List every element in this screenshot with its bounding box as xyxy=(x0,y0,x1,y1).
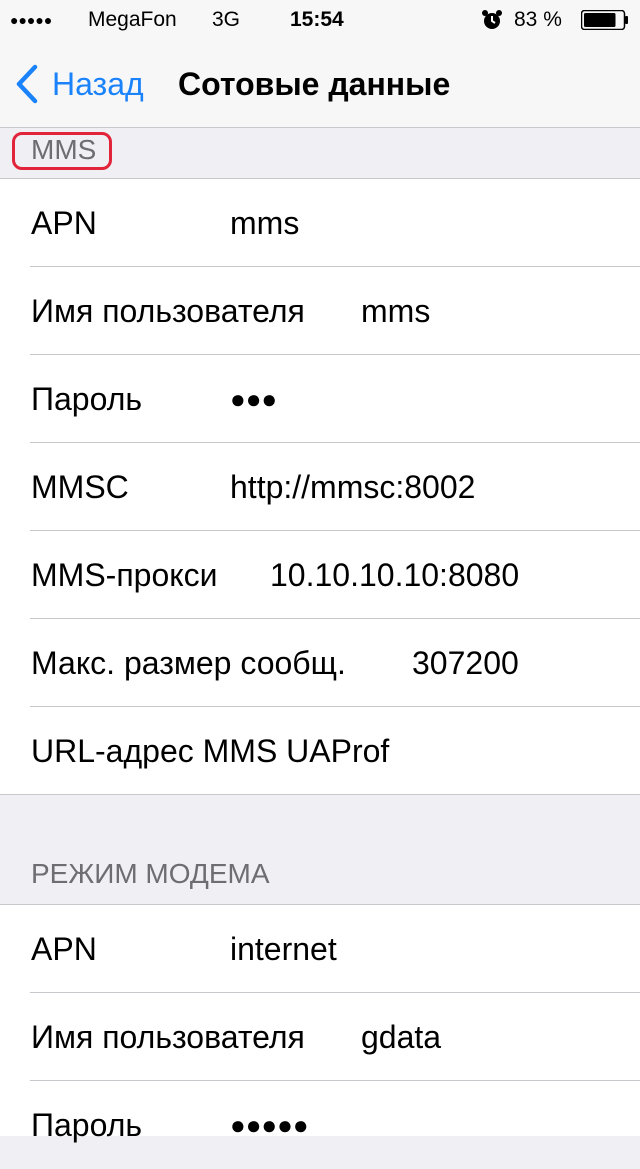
row-label: Имя пользователя xyxy=(31,1019,305,1055)
settings-row-apn[interactable]: APN mms xyxy=(0,179,640,267)
row-label: Пароль xyxy=(31,381,143,417)
section-header-label: MMS xyxy=(31,134,97,165)
apn-field[interactable]: internet xyxy=(230,905,337,993)
settings-row-mms-uaprof-url[interactable]: URL-адрес MMS UAProf xyxy=(0,707,640,795)
signal-strength-icon: ●●●●● xyxy=(10,12,53,28)
username-field[interactable]: mms xyxy=(361,267,430,355)
battery-icon xyxy=(581,10,628,30)
network-type: 3G xyxy=(212,8,241,31)
username-field[interactable]: gdata xyxy=(361,993,441,1081)
settings-row-password[interactable]: Пароль ●●● xyxy=(0,355,640,443)
settings-row-password[interactable]: Пароль ●●●●● xyxy=(0,1081,640,1169)
back-button[interactable]: Назад xyxy=(14,64,144,104)
row-label: Макс. размер сообщ. xyxy=(31,645,346,681)
password-field[interactable]: ●●● xyxy=(230,355,277,443)
row-label: Имя пользователя xyxy=(31,293,305,329)
row-label: APN xyxy=(31,205,97,241)
section-header-modem: РЕЖИМ МОДЕМА xyxy=(0,795,640,905)
mms-settings-group: APN mms Имя пользователя mms Пароль ●●● … xyxy=(0,179,640,795)
password-field[interactable]: ●●●●● xyxy=(230,1081,309,1169)
max-message-size-field[interactable]: 307200 xyxy=(412,619,519,707)
row-label: Пароль xyxy=(31,1107,143,1143)
settings-row-mms-proxy[interactable]: MMS-прокси 10.10.10.10:8080 xyxy=(0,531,640,619)
settings-row-max-message-size[interactable]: Макс. размер сообщ. 307200 xyxy=(0,619,640,707)
section-header-label: РЕЖИМ МОДЕМА xyxy=(31,858,270,889)
chevron-left-icon xyxy=(16,64,38,104)
row-label: APN xyxy=(31,931,97,967)
section-header-mms: MMS xyxy=(0,128,640,179)
battery-percentage: 83 % xyxy=(514,8,562,31)
carrier-name: MegaFon xyxy=(88,8,177,31)
apn-field[interactable]: mms xyxy=(230,179,299,267)
settings-row-mmsc[interactable]: MMSC http://mmsc:8002 xyxy=(0,443,640,531)
modem-settings-group: APN internet Имя пользователя gdata Паро… xyxy=(0,905,640,1143)
navigation-bar: Назад Сотовые данные xyxy=(0,40,640,128)
settings-row-username[interactable]: Имя пользователя gdata xyxy=(0,993,640,1081)
row-label: MMS-прокси xyxy=(31,557,218,593)
row-label: URL-адрес MMS UAProf xyxy=(31,733,390,769)
mmsc-field[interactable]: http://mmsc:8002 xyxy=(230,443,475,531)
status-time: 15:54 xyxy=(290,8,344,31)
settings-row-username[interactable]: Имя пользователя mms xyxy=(0,267,640,355)
status-bar: ●●●●● MegaFon 3G 15:54 83 % xyxy=(0,0,640,40)
row-label: MMSC xyxy=(31,469,129,505)
mms-proxy-field[interactable]: 10.10.10.10:8080 xyxy=(270,531,519,619)
alarm-clock-icon xyxy=(482,10,502,29)
settings-row-apn[interactable]: APN internet xyxy=(0,905,640,993)
back-button-label: Назад xyxy=(52,65,144,102)
page-title: Сотовые данные xyxy=(178,66,451,102)
